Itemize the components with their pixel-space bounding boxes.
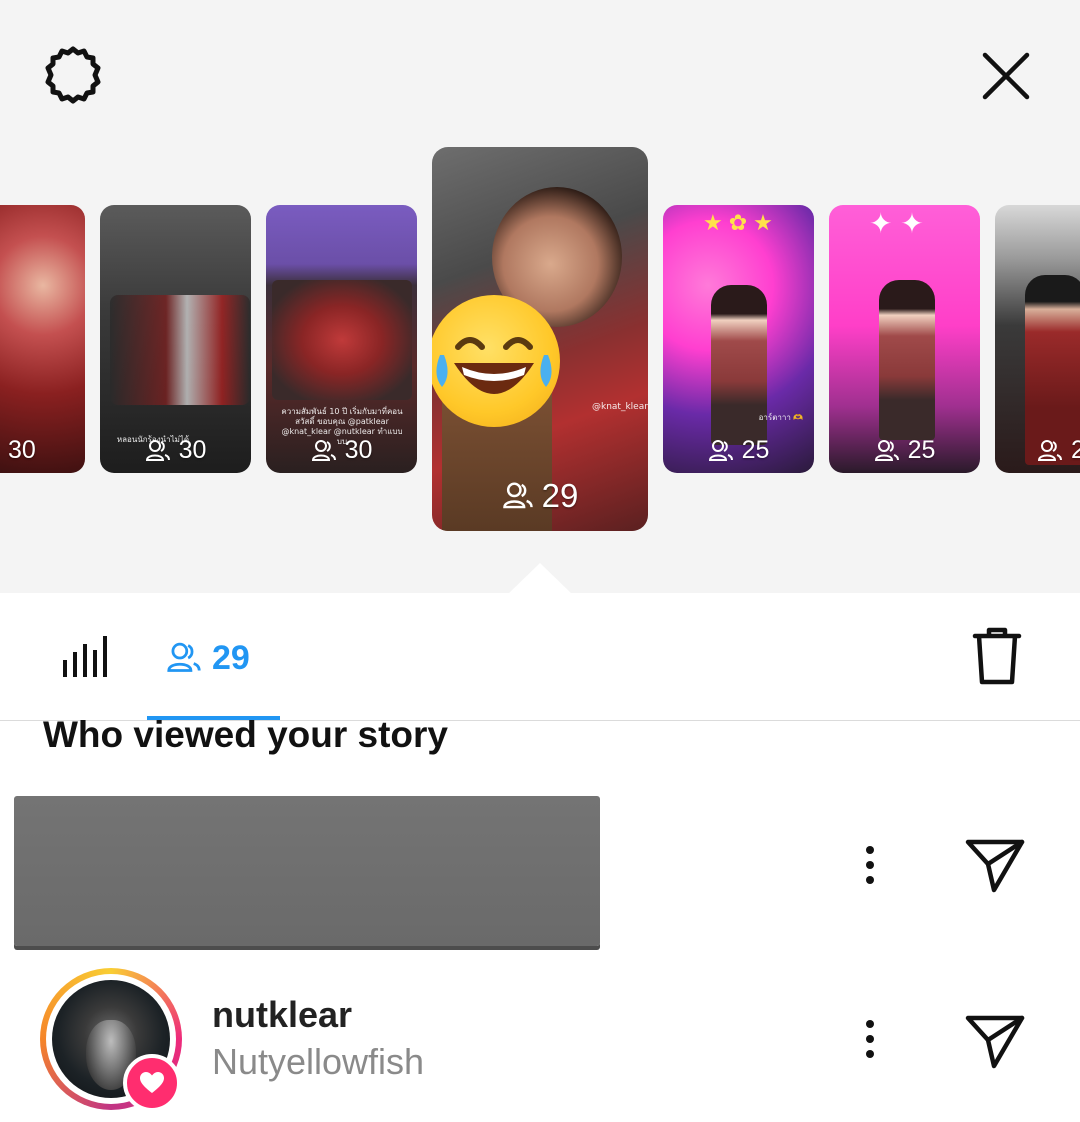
more-options-button[interactable]: [864, 846, 876, 884]
story-view-count: 30: [266, 436, 417, 465]
viewers-count: 29: [212, 638, 250, 677]
story-view-count: 25: [663, 436, 814, 465]
story-image-people: [110, 295, 250, 405]
liked-badge: [123, 1054, 181, 1112]
story-view-count: 30: [8, 436, 36, 464]
send-icon: [965, 1015, 1025, 1069]
story-image-group: [272, 280, 412, 400]
more-icon-dot: [866, 1050, 874, 1058]
tab-bar: 29: [0, 593, 1080, 721]
story-thumbnail[interactable]: ความสัมพันธ์ 10 ปี เริ่มกับมาที่คอนสวัสด…: [266, 205, 417, 473]
send-message-button[interactable]: [962, 834, 1028, 896]
story-mention: @knat_klear: [592, 402, 648, 412]
story-view-count: 29: [432, 477, 648, 515]
laughing-emoji-sticker: [432, 295, 560, 427]
more-icon-dot: [866, 861, 874, 869]
viewers-icon: [874, 439, 899, 461]
send-message-button[interactable]: [962, 1010, 1028, 1072]
tears-of-joy-icon: [436, 337, 552, 394]
section-title: Who viewed your story: [43, 714, 449, 755]
send-icon: [965, 839, 1025, 893]
viewers-icon: [502, 482, 533, 509]
bar-chart-icon: [63, 636, 107, 677]
story-image-stars: ★✿★: [703, 210, 779, 235]
close-button[interactable]: [972, 42, 1040, 110]
heart-icon: [140, 1072, 164, 1093]
more-options-button[interactable]: [864, 1020, 876, 1058]
story-thumbnail[interactable]: 30: [0, 205, 85, 473]
viewers-icon: [311, 439, 336, 461]
selection-pointer: [508, 563, 572, 594]
viewers-icon: [708, 439, 733, 461]
close-icon: [982, 52, 1030, 100]
more-icon-dot: [866, 846, 874, 854]
redacted-viewer-block: [14, 796, 600, 946]
story-strip-area: 30 หลอนนักร้องนำไม่ได้ 30 ความสัมพันธ์ 1…: [0, 0, 1080, 593]
settings-button[interactable]: [38, 40, 108, 110]
more-icon-dot: [866, 1035, 874, 1043]
story-caption: อาร์ตาาา 🫶: [758, 413, 804, 422]
story-view-count: 2: [995, 436, 1080, 465]
tab-viewers[interactable]: 29: [166, 633, 250, 683]
viewers-icon: [1037, 439, 1062, 461]
more-icon-dot: [866, 1020, 874, 1028]
story-thumbnail[interactable]: ✦ ✦ 25: [829, 205, 980, 473]
story-thumbnail-selected[interactable]: @knat_klear 29: [432, 147, 648, 531]
tab-insights[interactable]: [52, 623, 116, 687]
story-image-sparkles: ✦ ✦: [869, 208, 924, 239]
more-icon-dot: [866, 876, 874, 884]
story-view-count: 25: [829, 436, 980, 465]
story-image-singer: [879, 280, 935, 440]
gear-icon: [45, 46, 101, 104]
delete-button[interactable]: [964, 623, 1030, 689]
story-thumbnail[interactable]: ★✿★ อาร์ตาาา 🫶 25: [663, 205, 814, 473]
viewers-icon: [167, 642, 201, 672]
viewers-icon: [145, 439, 170, 461]
viewer-username[interactable]: nutklear: [212, 994, 352, 1036]
trash-icon: [972, 627, 1022, 685]
story-thumbnail[interactable]: 2: [995, 205, 1080, 473]
viewer-full-name: Nutyellowfish: [212, 1041, 425, 1082]
story-thumbnail[interactable]: หลอนนักร้องนำไม่ได้ 30: [100, 205, 251, 473]
story-view-count: 30: [100, 436, 251, 465]
